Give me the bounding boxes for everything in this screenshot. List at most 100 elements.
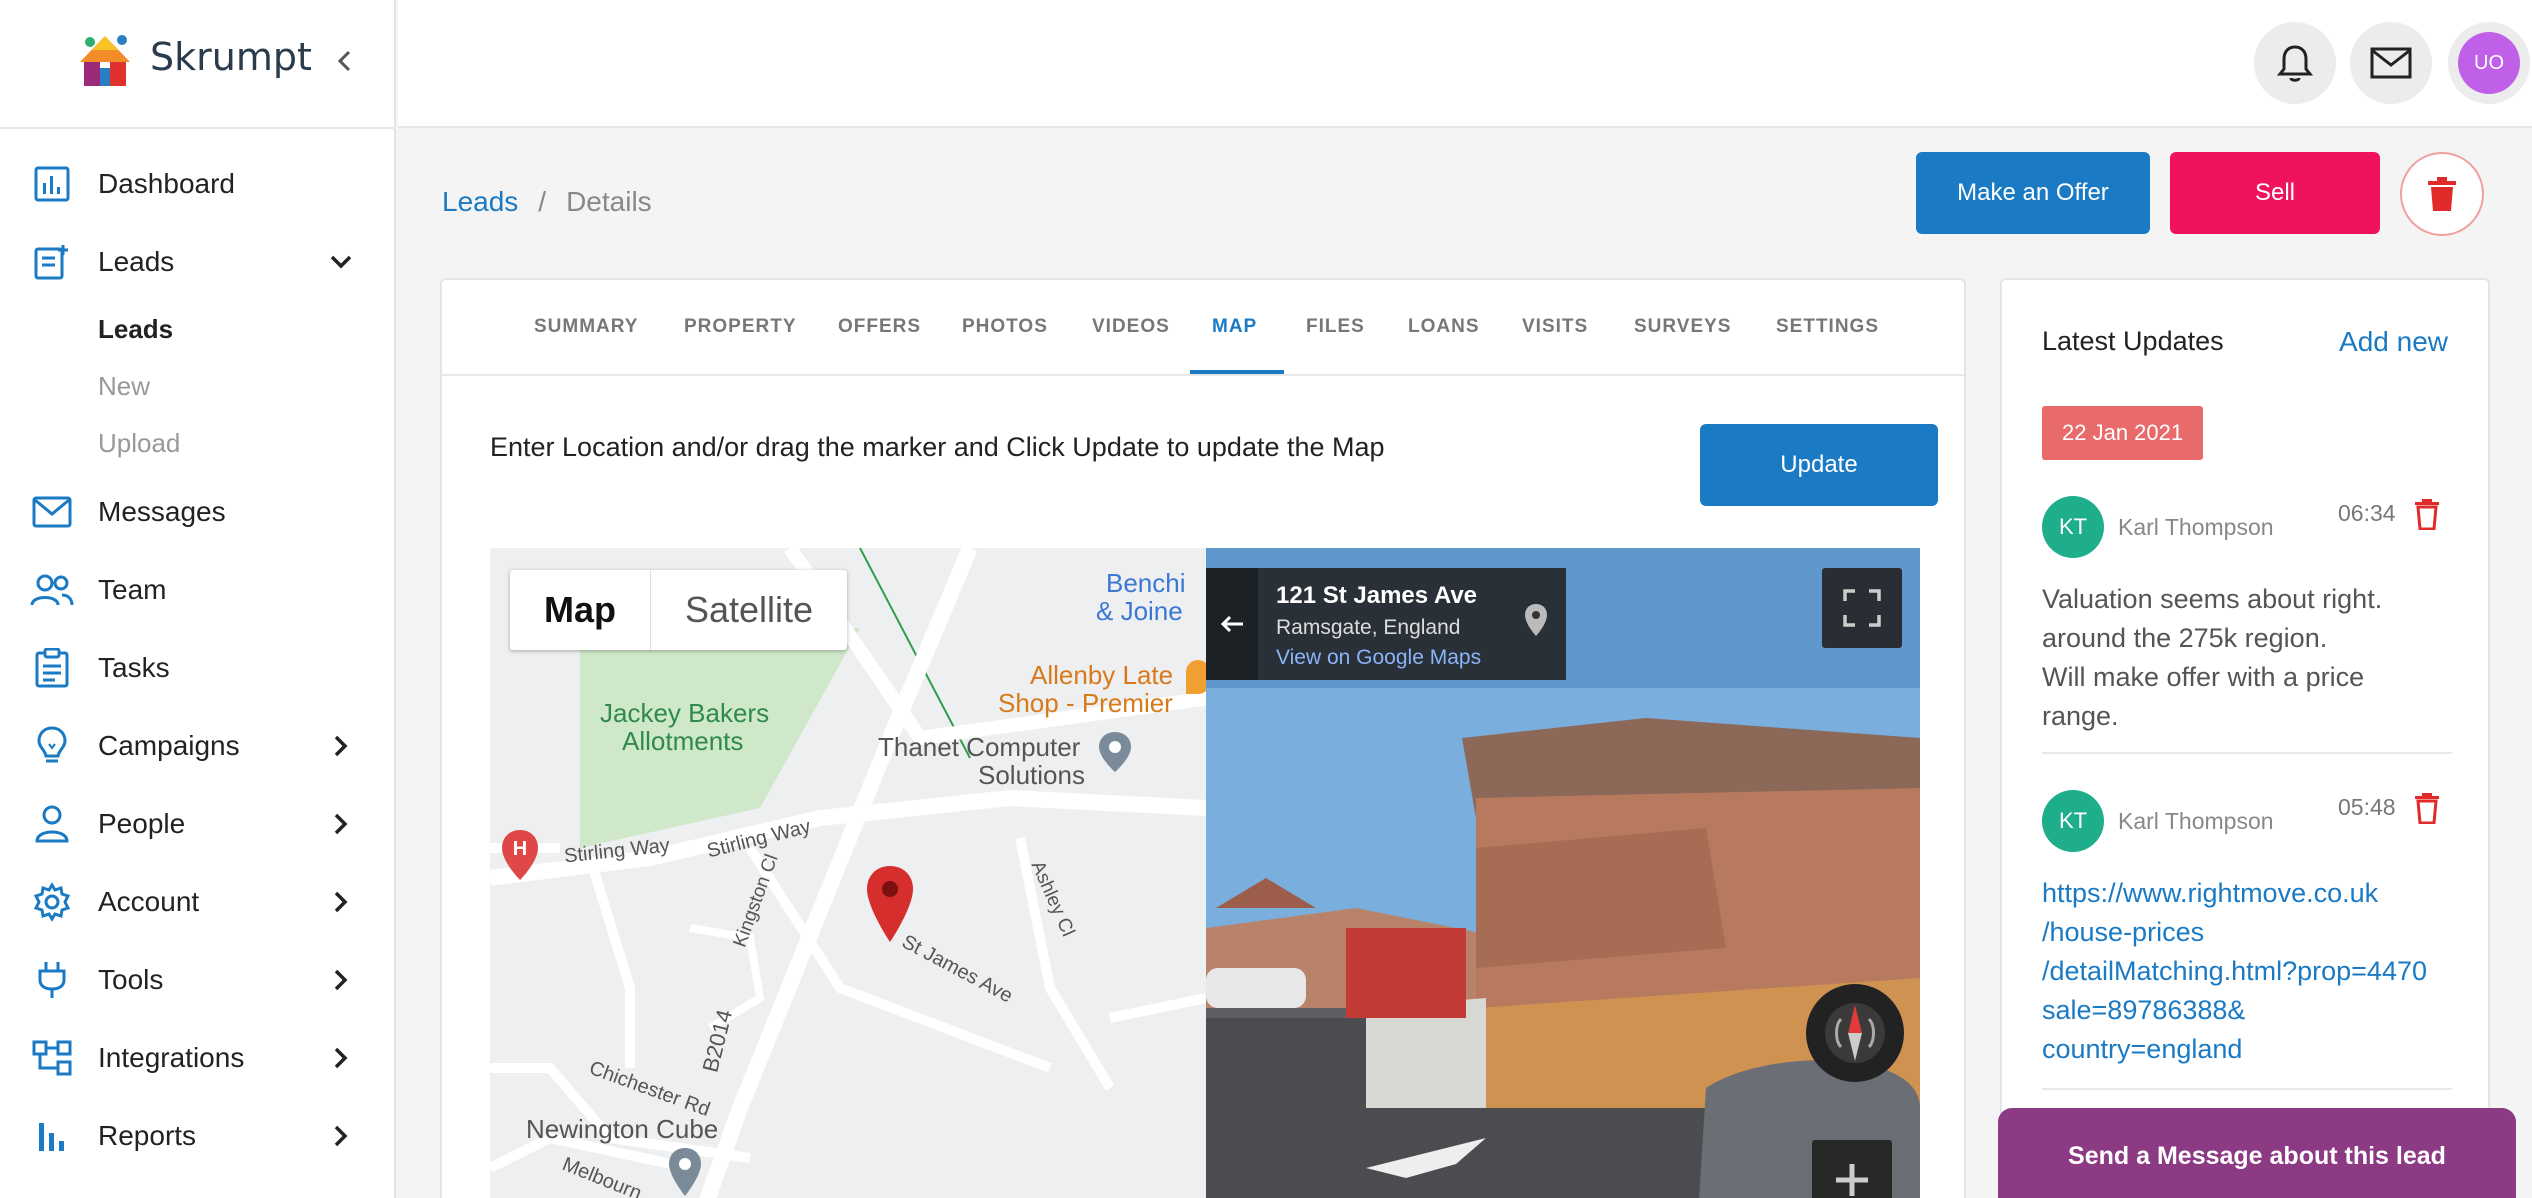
map-pin-icon[interactable] — [1096, 730, 1134, 774]
zoom-in-button[interactable] — [1812, 1140, 1892, 1198]
app-logo[interactable]: Skrumpt — [70, 22, 312, 92]
tab-property[interactable]: PROPERTY — [684, 316, 797, 338]
shop-pin-icon[interactable] — [1186, 660, 1206, 694]
chevron-right-icon[interactable] — [326, 809, 356, 839]
chevron-right-icon[interactable] — [326, 1121, 356, 1151]
update-time: 05:48 — [2338, 794, 2396, 820]
update-divider — [2042, 752, 2452, 754]
sidebar: Skrumpt Dashboard Leads Leads New Upload… — [0, 0, 396, 1198]
sidebar-subitem-upload[interactable]: Upload — [98, 428, 180, 459]
user-avatar[interactable]: UO — [2448, 22, 2530, 104]
mail-icon — [2370, 47, 2412, 79]
street-view-panel[interactable]: 121 St James Ave Ramsgate, England View … — [1206, 548, 1920, 1198]
gear-icon — [30, 880, 74, 924]
tab-loans[interactable]: LOANS — [1408, 316, 1480, 338]
map-poi-label: Jackey Bakers — [600, 698, 770, 728]
location-pin-icon — [1522, 602, 1550, 643]
sidebar-item-dashboard[interactable]: Dashboard — [0, 154, 396, 214]
sidebar-item-messages[interactable]: Messages — [0, 482, 396, 542]
chevron-down-icon[interactable] — [326, 247, 356, 277]
active-tab-indicator — [1190, 370, 1284, 374]
fullscreen-icon — [1843, 589, 1881, 627]
delete-update-button[interactable] — [2414, 498, 2440, 535]
tab-offers[interactable]: OFFERS — [838, 316, 921, 338]
sidebar-item-tasks[interactable]: Tasks — [0, 638, 396, 698]
breadcrumb: Leads / Details — [442, 186, 652, 218]
breadcrumb-leads-link[interactable]: Leads — [442, 186, 518, 218]
tab-files[interactable]: FILES — [1306, 316, 1365, 338]
map-instruction-text: Enter Location and/or drag the marker an… — [490, 432, 1385, 462]
map-poi-label: Newington Cube — [526, 1114, 719, 1144]
tab-settings[interactable]: SETTINGS — [1776, 316, 1879, 338]
app-name: Skrumpt — [150, 35, 312, 79]
map-poi-label: Solutions — [978, 760, 1085, 790]
tab-map[interactable]: MAP — [1212, 316, 1257, 338]
sidebar-item-integrations[interactable]: Integrations — [0, 1028, 396, 1088]
map-type-satellite-button[interactable]: Satellite — [651, 570, 847, 650]
sidebar-item-team[interactable]: Team — [0, 560, 396, 620]
sidebar-item-account[interactable]: Account — [0, 872, 396, 932]
map-poi-label: Shop - Premier — [998, 688, 1173, 718]
fullscreen-button[interactable] — [1822, 568, 1902, 648]
lightbulb-icon — [30, 724, 74, 768]
tab-surveys[interactable]: SURVEYS — [1634, 316, 1731, 338]
delete-update-button[interactable] — [2414, 792, 2440, 829]
add-new-update-link[interactable]: Add new — [2339, 326, 2448, 358]
sell-button[interactable]: Sell — [2170, 152, 2380, 234]
sidebar-subitem-new[interactable]: New — [98, 371, 150, 402]
update-map-button[interactable]: Update — [1700, 424, 1938, 506]
delete-lead-button[interactable] — [2400, 152, 2484, 236]
bell-icon — [2277, 45, 2313, 82]
map-poi-label: Allotments — [622, 726, 744, 756]
tab-videos[interactable]: VIDEOS — [1092, 316, 1170, 338]
update-text-line: Will make offer with a price — [2042, 662, 2365, 692]
lead-details-card: SUMMARY PROPERTY OFFERS PHOTOS VIDEOS MA… — [440, 278, 1966, 1198]
sidebar-item-label: Dashboard — [98, 168, 235, 199]
sidebar-item-label: Team — [98, 574, 167, 605]
lead-location-marker[interactable] — [864, 864, 916, 944]
sidebar-item-campaigns[interactable]: Campaigns — [0, 716, 396, 776]
update-link-line[interactable]: /house-prices — [2042, 913, 2488, 952]
breadcrumb-separator: / — [538, 186, 547, 217]
hospital-pin-icon[interactable]: H — [500, 828, 540, 882]
sidebar-item-label: People — [98, 808, 186, 839]
map-type-toggle: Map Satellite — [510, 570, 848, 650]
sidebar-item-tools[interactable]: Tools — [0, 950, 396, 1010]
google-map[interactable]: Map Satellite Benchi & Joine Allenby Lat… — [490, 548, 1206, 1198]
clipboard-icon — [30, 646, 74, 690]
street-view-info-box: 121 St James Ave Ramsgate, England View … — [1206, 568, 1566, 680]
sidebar-subitem-leads[interactable]: Leads — [98, 314, 173, 345]
compass-control[interactable] — [1806, 984, 1904, 1082]
update-link-line[interactable]: sale=89786388& — [2042, 991, 2488, 1030]
chevron-right-icon[interactable] — [326, 965, 356, 995]
street-view-locality: Ramsgate, England — [1276, 616, 1461, 639]
tab-visits[interactable]: VISITS — [1522, 316, 1588, 338]
chevron-right-icon[interactable] — [326, 887, 356, 917]
send-message-button[interactable]: Send a Message about this lead — [1998, 1108, 2516, 1198]
street-view-back-button[interactable] — [1206, 568, 1258, 680]
sidebar-item-leads[interactable]: Leads — [0, 232, 396, 292]
update-link[interactable]: https://www.rightmove.co.uk /house-price… — [2042, 874, 2488, 1069]
arrow-left-icon — [1220, 615, 1243, 633]
chevron-right-icon[interactable] — [326, 731, 356, 761]
view-on-google-maps-link[interactable]: View on Google Maps — [1276, 646, 1481, 670]
update-link-line[interactable]: /detailMatching.html?prop=4470 — [2042, 952, 2488, 991]
sidebar-item-reports[interactable]: Reports — [0, 1106, 396, 1166]
chevron-right-icon[interactable] — [326, 1043, 356, 1073]
update-link-line[interactable]: https://www.rightmove.co.uk — [2042, 874, 2488, 913]
latest-updates-title: Latest Updates — [2042, 326, 2224, 356]
tab-summary[interactable]: SUMMARY — [534, 316, 638, 338]
map-type-map-button[interactable]: Map — [510, 570, 651, 650]
top-bar — [398, 0, 2532, 128]
collapse-sidebar-button[interactable] — [330, 46, 360, 76]
make-offer-button[interactable]: Make an Offer — [1916, 152, 2150, 234]
sidebar-item-people[interactable]: People — [0, 794, 396, 854]
map-poi-label: Allenby Late — [1030, 660, 1174, 690]
map-pin-icon[interactable] — [666, 1146, 704, 1198]
update-text-line: around the 275k region. — [2042, 623, 2328, 653]
tab-photos[interactable]: PHOTOS — [962, 316, 1048, 338]
update-divider — [2042, 1088, 2452, 1090]
update-link-line[interactable]: country=england — [2042, 1030, 2488, 1069]
notifications-button[interactable] — [2254, 22, 2336, 104]
messages-button[interactable] — [2350, 22, 2432, 104]
